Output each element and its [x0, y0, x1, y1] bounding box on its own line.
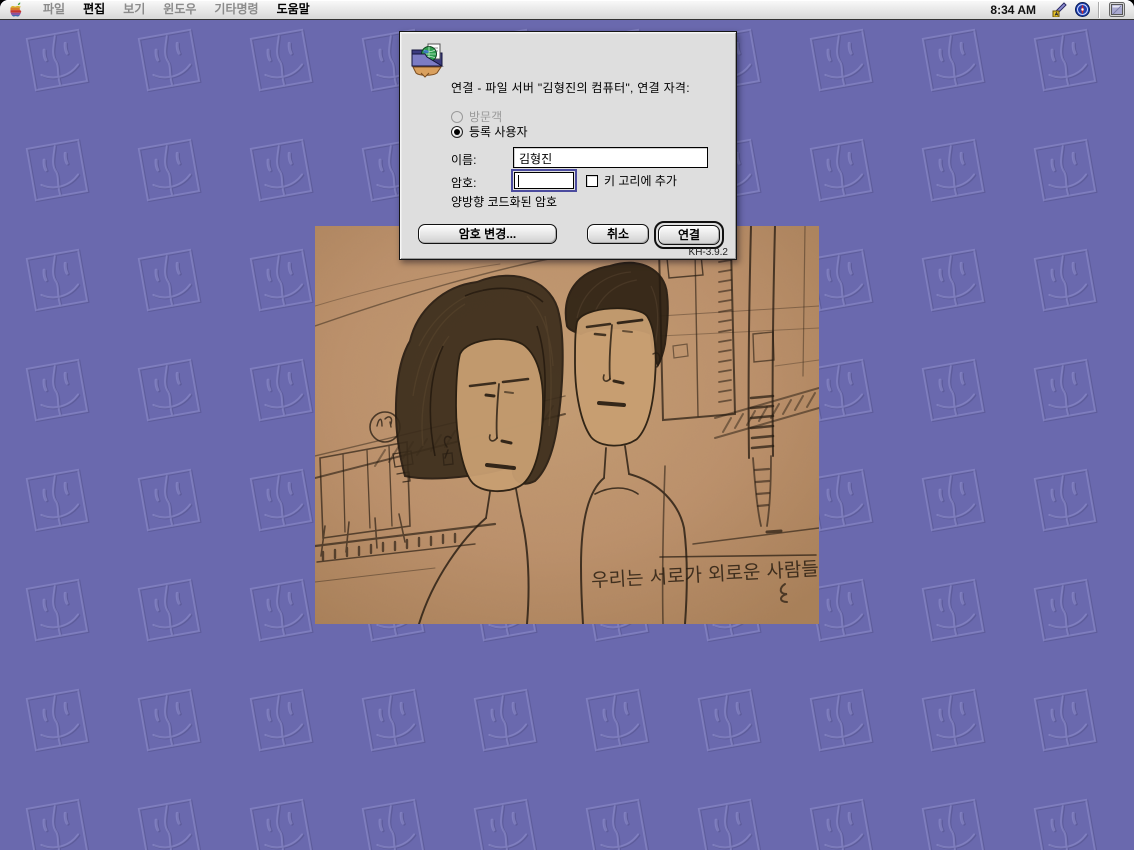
finder-face-tile [244, 23, 318, 97]
menu-item-2: 보기 [114, 0, 154, 19]
menu-item-0: 파일 [34, 0, 74, 19]
finder-face-tile [244, 133, 318, 207]
menu-bar-clock[interactable]: 8:34 AM [980, 3, 1046, 17]
finder-face-tile [356, 683, 430, 757]
finder-face-tile [20, 573, 94, 647]
menu-bar-right: 8:34 AM [980, 0, 1134, 19]
finder-face-tile [804, 23, 878, 97]
finder-face-tile [692, 793, 766, 850]
sketch-two-figures: 우리는 서로가 외로운 사람들 [315, 226, 819, 624]
finder-face-tile [1028, 133, 1102, 207]
finder-face-tile [132, 793, 206, 850]
finder-face-tile [916, 353, 990, 427]
desktop-picture: 우리는 서로가 외로운 사람들 [315, 226, 819, 624]
radio-guest-circle[interactable] [451, 111, 463, 123]
finder-face-tile [1028, 243, 1102, 317]
finder-face-tile [692, 683, 766, 757]
finder-face-tile [1028, 683, 1102, 757]
finder-face-tile [916, 683, 990, 757]
finder-face-tile [20, 683, 94, 757]
menu-item-3: 윈도우 [154, 0, 205, 19]
finder-face-tile [20, 793, 94, 850]
application-menu-icon[interactable] [1073, 2, 1091, 18]
finder-face-tile [244, 353, 318, 427]
menu-item-1[interactable]: 편집 [74, 0, 114, 19]
finder-face-tile [1028, 353, 1102, 427]
app-switcher-icon[interactable] [1108, 2, 1126, 18]
finder-face-tile [132, 23, 206, 97]
finder-face-tile [20, 133, 94, 207]
radio-registered-user[interactable]: 등록 사용자 [451, 123, 528, 140]
finder-face-tile [356, 793, 430, 850]
finder-face-tile [916, 793, 990, 850]
default-button-ring: 연결 [654, 221, 724, 249]
finder-face-tile [132, 573, 206, 647]
add-to-keychain-checkbox[interactable] [586, 175, 598, 187]
finder-face-tile [804, 133, 878, 207]
finder-face-tile [1028, 463, 1102, 537]
finder-face-tile [916, 463, 990, 537]
finder-face-tile [132, 243, 206, 317]
menu-items: 파일편집보기윈도우기타명령도움말 [34, 0, 319, 19]
finder-face-tile [244, 683, 318, 757]
finder-face-tile [804, 793, 878, 850]
finder-face-tile [804, 683, 878, 757]
finder-face-tile [468, 683, 542, 757]
finder-face-tile [580, 683, 654, 757]
name-label: 이름: [451, 151, 476, 168]
finder-face-tile [916, 243, 990, 317]
radio-registered-circle[interactable] [451, 126, 463, 138]
finder-face-tile [132, 683, 206, 757]
finder-face-tile [468, 793, 542, 850]
finder-face-tile [132, 463, 206, 537]
name-input[interactable]: 김형진 [513, 147, 708, 168]
password-input[interactable] [514, 172, 574, 189]
finder-face-tile [20, 353, 94, 427]
menu-bar: 파일편집보기윈도우기타명령도움말 8:34 AM [0, 0, 1134, 20]
add-to-keychain-label: 키 고리에 추가 [604, 172, 677, 189]
desktop: 우리는 서로가 외로운 사람들 연결 - 파일 서버 "김형진의 컴퓨터", 연… [0, 0, 1134, 850]
connect-button[interactable]: 연결 [658, 225, 720, 245]
finder-face-tile [132, 353, 206, 427]
apple-menu-icon[interactable] [10, 2, 25, 17]
finder-face-tile [1028, 793, 1102, 850]
encryption-note: 양방향 코드화된 암호 [451, 193, 557, 210]
finder-face-tile [244, 243, 318, 317]
finder-face-tile [916, 573, 990, 647]
input-method-pencil-icon[interactable] [1049, 2, 1067, 18]
change-password-button[interactable]: 암호 변경... [418, 224, 557, 244]
finder-face-tile [244, 793, 318, 850]
radio-registered-label: 등록 사용자 [469, 123, 528, 140]
menu-bar-separator [1098, 2, 1101, 18]
text-caret [518, 175, 519, 187]
password-label: 암호: [451, 174, 476, 191]
finder-face-tile [20, 23, 94, 97]
finder-face-tile [580, 793, 654, 850]
finder-face-tile [244, 463, 318, 537]
finder-face-tile [1028, 573, 1102, 647]
finder-face-tile [244, 573, 318, 647]
add-to-keychain-row[interactable]: 키 고리에 추가 [586, 172, 677, 189]
finder-face-tile [916, 23, 990, 97]
menu-item-4: 기타명령 [205, 0, 267, 19]
finder-face-tile [1028, 23, 1102, 97]
connect-to-server-dialog: 연결 - 파일 서버 "김형진의 컴퓨터", 연결 자격: 방문객 등록 사용자… [399, 31, 737, 260]
finder-face-tile [20, 463, 94, 537]
cancel-button[interactable]: 취소 [587, 224, 649, 244]
finder-face-tile [916, 133, 990, 207]
dialog-title: 연결 - 파일 서버 "김형진의 컴퓨터", 연결 자격: [451, 79, 731, 96]
version-label: KH-3.9.2 [689, 247, 728, 258]
appleshare-connect-icon [407, 40, 447, 81]
password-input-focus-ring [511, 169, 577, 192]
finder-face-tile [20, 243, 94, 317]
finder-face-tile [132, 133, 206, 207]
menu-item-5[interactable]: 도움말 [268, 0, 319, 19]
